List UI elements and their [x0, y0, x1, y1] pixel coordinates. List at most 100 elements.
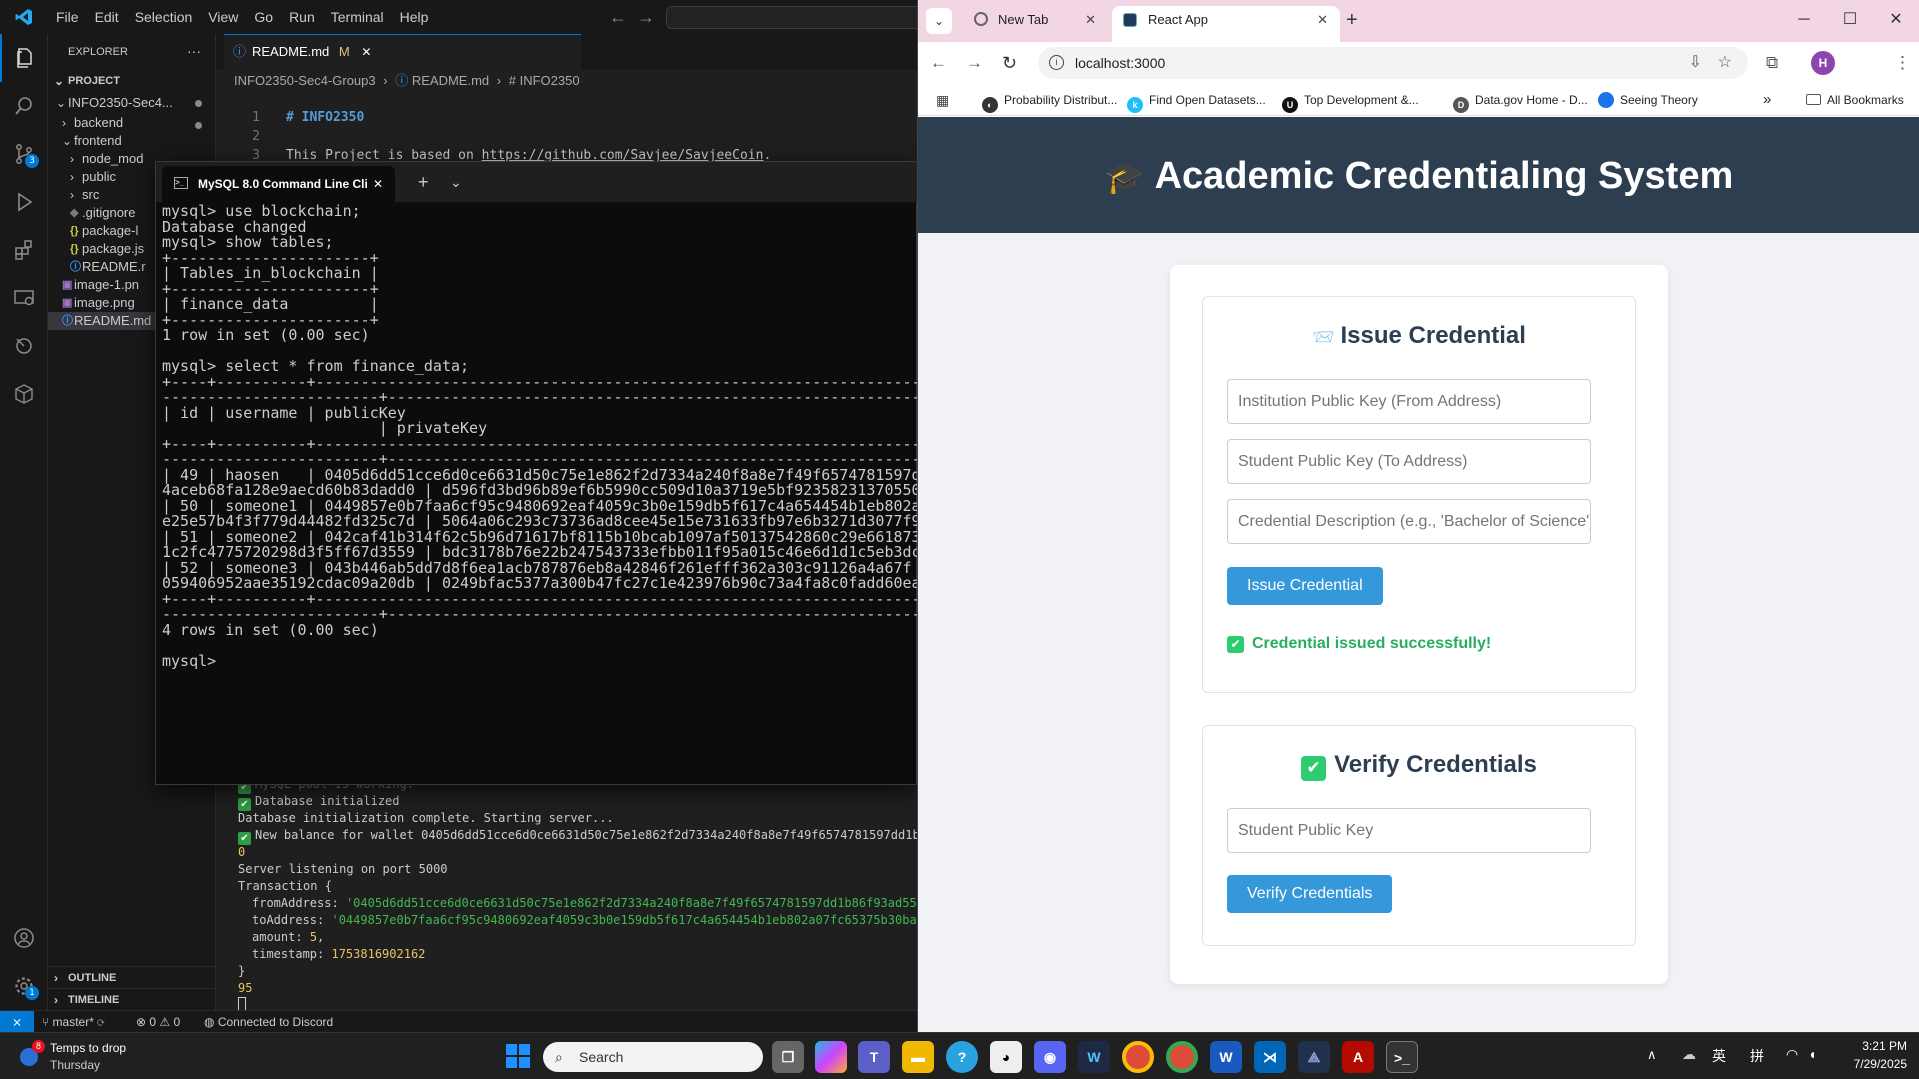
extensions-puzzle-icon[interactable]: ⧉: [1766, 51, 1778, 75]
tree-item[interactable]: › backend: [48, 114, 216, 132]
tab-close-icon[interactable]: ✕: [1317, 6, 1328, 34]
new-tab-button[interactable]: +: [1346, 6, 1358, 34]
address-bar[interactable]: i localhost:3000 ⇩ ☆: [1038, 47, 1748, 79]
issue-credential-button[interactable]: Issue Credential: [1227, 567, 1383, 605]
github-actions-icon[interactable]: [0, 322, 48, 370]
forward-arrow-icon[interactable]: →: [637, 0, 655, 34]
system-clock[interactable]: 3:21 PM 7/29/2025: [1827, 1037, 1907, 1073]
more-actions-icon[interactable]: ···: [187, 34, 201, 68]
menu-file[interactable]: File: [48, 0, 87, 34]
chevron-down-icon[interactable]: ⌄: [450, 168, 462, 196]
word-icon[interactable]: W: [1210, 1041, 1242, 1073]
verify-credentials-button[interactable]: Verify Credentials: [1227, 875, 1393, 913]
webstorm-icon[interactable]: W: [1078, 1041, 1110, 1073]
code-line[interactable]: 2: [216, 127, 917, 146]
remote-indicator-icon[interactable]: ⨯: [0, 1011, 34, 1033]
site-info-icon[interactable]: i: [1049, 55, 1064, 70]
accounts-icon[interactable]: [0, 914, 48, 962]
ime-mode-indicator[interactable]: 拼: [1750, 1046, 1764, 1066]
project-section-header[interactable]: ⌄ PROJECT: [48, 70, 216, 92]
institution-public-key-input[interactable]: [1227, 379, 1591, 424]
menu-go[interactable]: Go: [246, 0, 281, 34]
mysql-console-output[interactable]: mysql> use blockchain; Database changed my…: [162, 204, 918, 784]
bookmark-item[interactable]: U Top Development &...: [1282, 90, 1419, 113]
menu-run[interactable]: Run: [281, 0, 323, 34]
bookmark-item[interactable]: ◐ Probability Distribut...: [982, 90, 1117, 113]
tab-close-icon[interactable]: ✕: [361, 45, 371, 59]
bookmark-item[interactable]: Seeing Theory: [1598, 90, 1698, 110]
chrome-active-icon[interactable]: [1166, 1041, 1198, 1073]
outline-section-header[interactable]: › OUTLINE: [48, 966, 216, 988]
extensions-icon[interactable]: [0, 226, 48, 274]
chrome-tab-new-tab[interactable]: New Tab ✕: [962, 6, 1108, 42]
problems-indicator[interactable]: ⊗ 0 ⚠ 0: [136, 1011, 180, 1033]
menu-help[interactable]: Help: [392, 0, 437, 34]
copilot-icon[interactable]: [815, 1041, 847, 1073]
more-bookmarks-icon[interactable]: »: [1763, 90, 1771, 110]
explorer-icon[interactable]: [0, 34, 48, 82]
breadcrumb-file[interactable]: README.md: [412, 73, 489, 88]
integrated-terminal[interactable]: ✔MySQL pool is working. ✔Database initia…: [216, 776, 917, 1010]
acrobat-icon[interactable]: A: [1342, 1041, 1374, 1073]
maximize-button[interactable]: ☐: [1827, 0, 1873, 40]
student-public-key-input[interactable]: [1227, 439, 1591, 484]
terminal-taskbar-icon[interactable]: >_: [1386, 1041, 1418, 1073]
back-arrow-icon[interactable]: ←: [930, 51, 947, 75]
breadcrumb-folder[interactable]: INFO2350-Sec4-Group3: [234, 73, 376, 88]
settings-gear-icon[interactable]: 1: [0, 962, 48, 1010]
kebab-menu-icon[interactable]: ⋮: [1894, 51, 1911, 75]
menu-terminal[interactable]: Terminal: [323, 0, 392, 34]
tree-item[interactable]: ⌄ frontend: [48, 132, 216, 150]
ime-language-indicator[interactable]: 英: [1712, 1046, 1726, 1066]
start-windows-icon[interactable]: [505, 1043, 531, 1069]
mysql-terminal-tab[interactable]: >_ MySQL 8.0 Command Line Cli ✕: [162, 166, 395, 202]
qq-penguin-icon[interactable]: ◕: [990, 1041, 1022, 1073]
volume-icon[interactable]: ◖: [1808, 1046, 1816, 1062]
taskbar-search[interactable]: ⌕ Search: [543, 1042, 763, 1072]
close-window-button[interactable]: ✕: [1873, 0, 1919, 40]
apps-grid-icon[interactable]: ▦: [936, 90, 949, 110]
tab-close-icon[interactable]: ✕: [373, 166, 383, 202]
install-app-icon[interactable]: ⇩: [1689, 47, 1702, 79]
timeline-section-header[interactable]: › TIMELINE: [48, 988, 216, 1010]
vscode-taskbar-icon[interactable]: ⋊: [1254, 1041, 1286, 1073]
breadcrumb-symbol[interactable]: # INFO2350: [509, 73, 580, 88]
chrome-tab-react-app[interactable]: React App ✕: [1112, 6, 1340, 42]
weather-widget[interactable]: 8 Temps to drop Thursday: [16, 1040, 216, 1074]
cloud-sync-icon[interactable]: ☁: [1682, 1046, 1696, 1063]
teams-icon[interactable]: T: [858, 1041, 890, 1073]
source-control-icon[interactable]: 3: [0, 130, 48, 178]
menu-view[interactable]: View: [200, 0, 246, 34]
bookmark-item[interactable]: D Data.gov Home - D...: [1453, 90, 1588, 113]
editor-tab-readme[interactable]: ⓘ README.md M ✕: [224, 34, 581, 70]
forward-arrow-icon[interactable]: →: [966, 51, 983, 75]
bookmark-item[interactable]: k Find Open Datasets...: [1127, 90, 1266, 113]
database-icon[interactable]: [0, 370, 48, 418]
minimize-button[interactable]: ─: [1781, 0, 1827, 40]
tray-chevron-up-icon[interactable]: ∧: [1647, 1047, 1657, 1063]
bookmark-star-icon[interactable]: ☆: [1718, 47, 1732, 79]
task-view-icon[interactable]: ❐: [772, 1041, 804, 1073]
remote-explorer-icon[interactable]: [0, 274, 48, 322]
tab-search-chevron-icon[interactable]: ⌄: [926, 8, 952, 34]
chrome-icon[interactable]: [1122, 1041, 1154, 1073]
branch-indicator[interactable]: ⑂ master* ⟳: [42, 1011, 104, 1033]
credential-description-input[interactable]: [1227, 499, 1591, 544]
code-line[interactable]: 1 # INFO2350: [216, 108, 917, 127]
help-icon[interactable]: ?: [946, 1041, 978, 1073]
menu-selection[interactable]: Selection: [127, 0, 201, 34]
profile-avatar[interactable]: H: [1811, 51, 1835, 75]
command-center-search[interactable]: [666, 6, 917, 29]
new-tab-button[interactable]: +: [418, 168, 429, 196]
wifi-icon[interactable]: ◠: [1786, 1046, 1798, 1063]
back-arrow-icon[interactable]: ←: [609, 0, 627, 34]
tree-root-folder[interactable]: ⌄ INFO2350-Sec4...: [48, 92, 216, 114]
tab-close-icon[interactable]: ✕: [1085, 6, 1096, 34]
sourcetree-icon[interactable]: ⟁: [1298, 1041, 1330, 1073]
discord-status[interactable]: ◍ Connected to Discord: [204, 1011, 333, 1033]
discord-icon[interactable]: ◉: [1034, 1041, 1066, 1073]
file-explorer-icon[interactable]: ▬: [902, 1041, 934, 1073]
all-bookmarks-folder[interactable]: All Bookmarks: [1806, 90, 1904, 110]
verify-student-public-key-input[interactable]: [1227, 808, 1591, 853]
search-icon[interactable]: [0, 82, 48, 130]
